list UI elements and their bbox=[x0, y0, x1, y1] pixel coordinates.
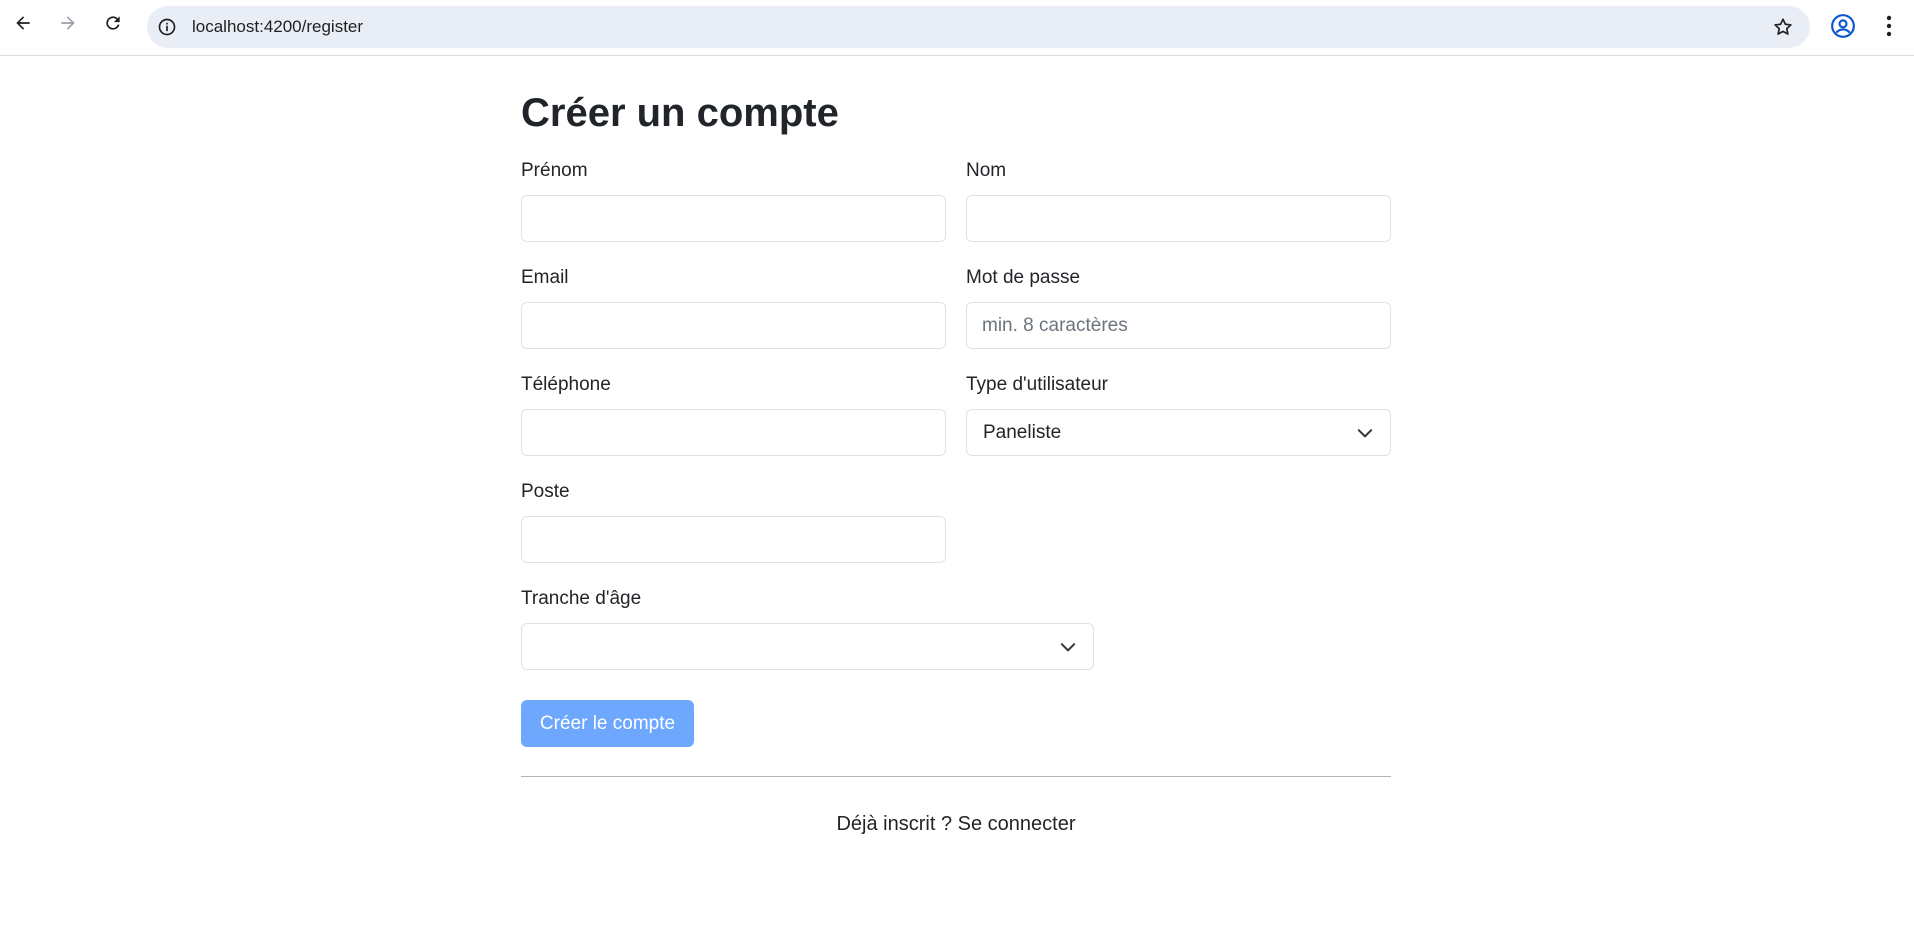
more-vert-icon[interactable] bbox=[1879, 13, 1899, 39]
login-link[interactable]: Se connecter bbox=[958, 813, 1076, 835]
position-input[interactable] bbox=[521, 516, 946, 563]
login-prompt-text: Déjà inscrit ? bbox=[836, 813, 953, 835]
password-label: Mot de passe bbox=[966, 267, 1081, 288]
url-text[interactable]: localhost:4200/register bbox=[192, 17, 363, 37]
last-name-label: Nom bbox=[966, 160, 1007, 181]
arrow-left-icon bbox=[16, 16, 30, 30]
age-range-select[interactable] bbox=[521, 623, 1094, 670]
arrow-right-icon bbox=[61, 16, 75, 30]
forward-button[interactable] bbox=[54, 9, 82, 37]
user-type-selected-value: Paneliste bbox=[983, 422, 1062, 443]
create-account-button[interactable]: Créer le compte bbox=[521, 700, 694, 747]
first-name-label: Prénom bbox=[521, 160, 588, 181]
user-type-select[interactable]: Paneliste bbox=[966, 409, 1391, 456]
star-icon[interactable] bbox=[1772, 16, 1794, 38]
password-input[interactable] bbox=[966, 302, 1391, 349]
back-button[interactable] bbox=[9, 9, 37, 37]
reload-button[interactable] bbox=[99, 9, 127, 37]
page-title: Créer un compte bbox=[521, 91, 839, 135]
reload-icon bbox=[106, 16, 120, 30]
position-label: Poste bbox=[521, 481, 570, 502]
info-icon[interactable] bbox=[157, 17, 177, 37]
age-range-label: Tranche d'âge bbox=[521, 588, 642, 609]
phone-label: Téléphone bbox=[521, 374, 611, 395]
user-type-label: Type d'utilisateur bbox=[966, 374, 1108, 395]
first-name-input[interactable] bbox=[521, 195, 946, 242]
login-prompt: Déjà inscrit ? Se connecter bbox=[521, 811, 1391, 837]
divider bbox=[521, 776, 1391, 777]
last-name-input[interactable] bbox=[966, 195, 1391, 242]
chevron-down-icon bbox=[1357, 429, 1373, 438]
phone-input[interactable] bbox=[521, 409, 946, 456]
email-input[interactable] bbox=[521, 302, 946, 349]
chevron-down-icon bbox=[1060, 643, 1076, 652]
browser-toolbar: localhost:4200/register bbox=[0, 0, 1914, 56]
email-label: Email bbox=[521, 267, 569, 288]
address-bar[interactable]: localhost:4200/register bbox=[147, 6, 1810, 48]
account-icon[interactable] bbox=[1830, 13, 1856, 39]
